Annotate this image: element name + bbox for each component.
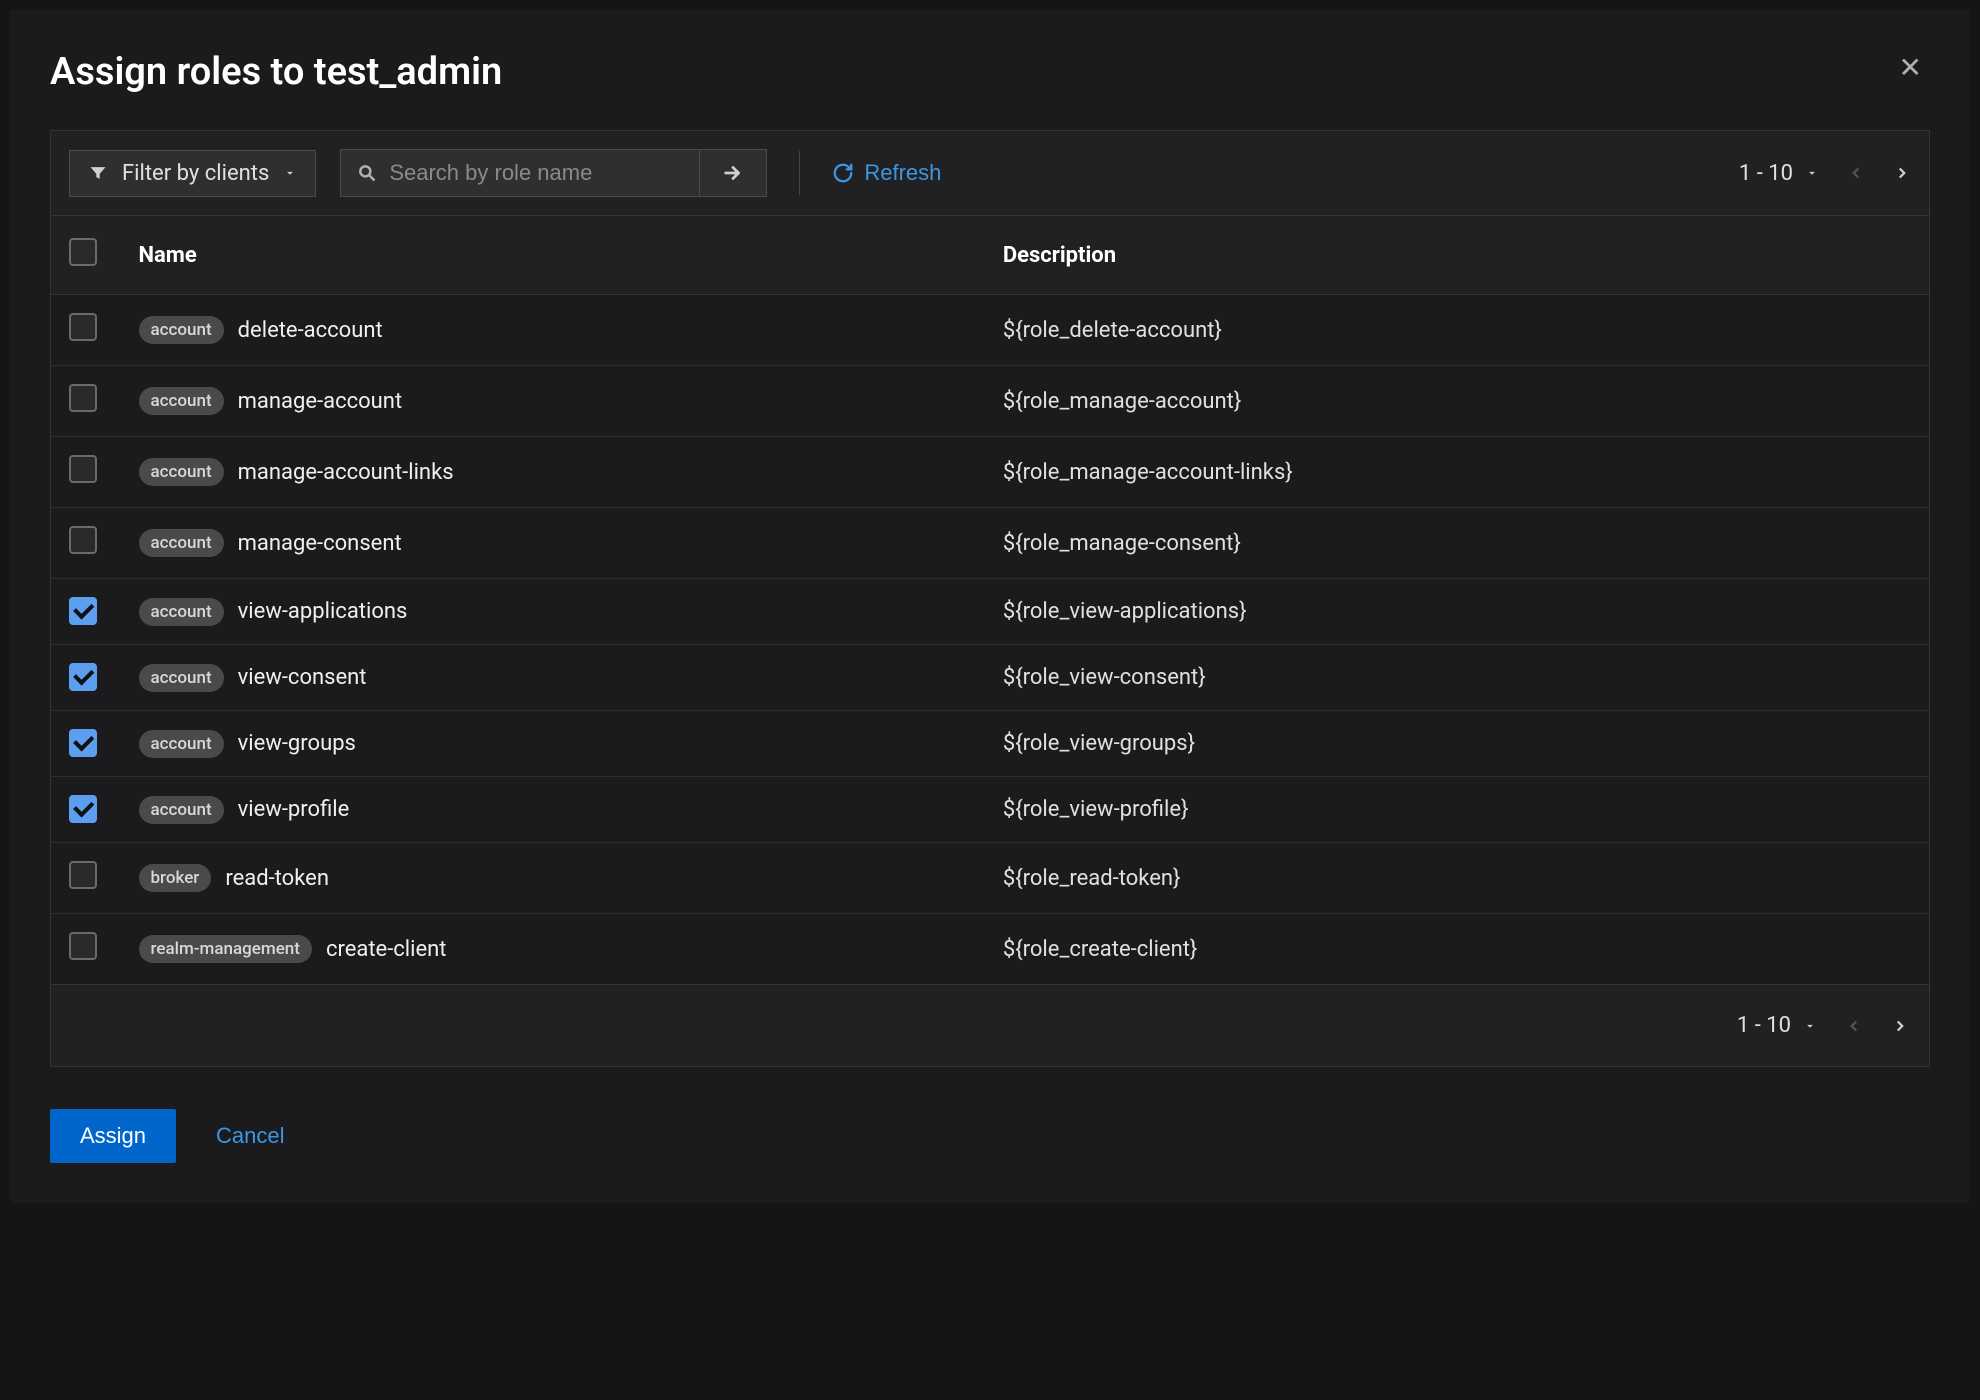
pagination-bottom: 1 - 10 — [1737, 1013, 1909, 1038]
row-checkbox[interactable] — [69, 597, 97, 625]
modal-title: Assign roles to test_admin — [50, 50, 502, 94]
row-checkbox[interactable] — [69, 455, 97, 483]
role-name: view-profile — [238, 797, 350, 822]
table-row: account manage-account-links ${role_manage… — [51, 437, 1930, 508]
column-description[interactable]: Description — [985, 216, 1930, 295]
table-header-row: Name Description — [51, 216, 1930, 295]
row-checkbox[interactable] — [69, 663, 97, 691]
search-box[interactable] — [340, 149, 700, 197]
role-name: manage-account-links — [238, 460, 454, 485]
role-name: create-client — [326, 937, 447, 962]
table-row: account view-applications ${role_view-appl… — [51, 579, 1930, 645]
search-icon — [357, 163, 377, 183]
client-chip: account — [139, 458, 224, 486]
table-row: account view-consent ${role_view-consent} — [51, 645, 1930, 711]
role-description: ${role_delete-account} — [985, 295, 1930, 366]
client-chip: account — [139, 730, 224, 758]
row-checkbox[interactable] — [69, 313, 97, 341]
page-next-button[interactable] — [1891, 1017, 1909, 1035]
role-description: ${role_manage-consent} — [985, 508, 1930, 579]
table-row: account view-groups ${role_view-groups} — [51, 711, 1930, 777]
divider — [799, 151, 800, 195]
table-row: account delete-account ${role_delete-accou… — [51, 295, 1930, 366]
role-name: manage-consent — [238, 531, 402, 556]
page-prev-button[interactable] — [1847, 164, 1865, 182]
page-range-label: 1 - 10 — [1739, 161, 1793, 186]
chevron-right-icon — [1891, 1017, 1909, 1035]
caret-down-icon — [1805, 166, 1819, 180]
row-checkbox[interactable] — [69, 932, 97, 960]
search-input[interactable] — [389, 160, 683, 186]
role-name: delete-account — [238, 318, 383, 343]
role-description: ${role_view-applications} — [985, 579, 1930, 645]
arrow-right-icon — [722, 162, 744, 184]
column-name[interactable]: Name — [121, 216, 985, 295]
table-row: account manage-account ${role_manage-accou… — [51, 366, 1930, 437]
close-icon: ✕ — [1899, 54, 1922, 82]
filter-label: Filter by clients — [122, 161, 269, 186]
role-description: ${role_create-client} — [985, 914, 1930, 985]
row-checkbox[interactable] — [69, 729, 97, 757]
caret-down-icon — [1803, 1019, 1817, 1033]
role-description: ${role_manage-account} — [985, 366, 1930, 437]
page-prev-button[interactable] — [1845, 1017, 1863, 1035]
caret-down-icon — [283, 166, 297, 180]
toolbar: Filter by clients Refresh — [50, 130, 1930, 215]
filter-dropdown[interactable]: Filter by clients — [69, 150, 316, 197]
row-checkbox[interactable] — [69, 384, 97, 412]
modal-header: Assign roles to test_admin ✕ — [50, 50, 1930, 94]
role-name: view-applications — [238, 599, 408, 624]
page-next-button[interactable] — [1893, 164, 1911, 182]
chevron-right-icon — [1893, 164, 1911, 182]
role-description: ${role_view-profile} — [985, 777, 1930, 843]
role-name: view-consent — [238, 665, 367, 690]
client-chip: account — [139, 316, 224, 344]
refresh-label: Refresh — [864, 160, 941, 186]
modal-footer: Assign Cancel — [50, 1109, 1930, 1163]
table-row: realm-management create-client ${role_crea… — [51, 914, 1930, 985]
table-row: account manage-consent ${role_manage-conse… — [51, 508, 1930, 579]
client-chip: account — [139, 796, 224, 824]
roles-table: Name Description account delete-account ${… — [50, 215, 1930, 985]
cancel-button[interactable]: Cancel — [216, 1123, 284, 1149]
client-chip: account — [139, 664, 224, 692]
client-chip: account — [139, 529, 224, 557]
page-range-label: 1 - 10 — [1737, 1013, 1791, 1038]
row-checkbox[interactable] — [69, 861, 97, 889]
role-name: read-token — [225, 866, 329, 891]
role-description: ${role_view-groups} — [985, 711, 1930, 777]
chevron-left-icon — [1847, 164, 1865, 182]
search-group — [340, 149, 767, 197]
table-footer: 1 - 10 — [50, 985, 1930, 1067]
client-chip: account — [139, 387, 224, 415]
role-description: ${role_read-token} — [985, 843, 1930, 914]
close-button[interactable]: ✕ — [1891, 50, 1930, 86]
search-submit-button[interactable] — [700, 149, 767, 197]
role-name: manage-account — [238, 389, 403, 414]
assign-button[interactable]: Assign — [50, 1109, 176, 1163]
table-row: account view-profile ${role_view-profile} — [51, 777, 1930, 843]
table-row: broker read-token ${role_read-token} — [51, 843, 1930, 914]
page-range-dropdown[interactable]: 1 - 10 — [1739, 161, 1819, 186]
refresh-button[interactable]: Refresh — [832, 160, 941, 186]
filter-icon — [88, 163, 108, 183]
role-description: ${role_manage-account-links} — [985, 437, 1930, 508]
select-all-checkbox[interactable] — [69, 238, 97, 266]
client-chip: broker — [139, 864, 212, 892]
chevron-left-icon — [1845, 1017, 1863, 1035]
row-checkbox[interactable] — [69, 795, 97, 823]
row-checkbox[interactable] — [69, 526, 97, 554]
pagination-top: 1 - 10 — [1739, 161, 1911, 186]
role-description: ${role_view-consent} — [985, 645, 1930, 711]
client-chip: realm-management — [139, 935, 312, 963]
client-chip: account — [139, 598, 224, 626]
assign-roles-modal: Assign roles to test_admin ✕ Filter by c… — [10, 10, 1970, 1203]
page-range-dropdown[interactable]: 1 - 10 — [1737, 1013, 1817, 1038]
refresh-icon — [832, 162, 854, 184]
role-name: view-groups — [238, 731, 356, 756]
